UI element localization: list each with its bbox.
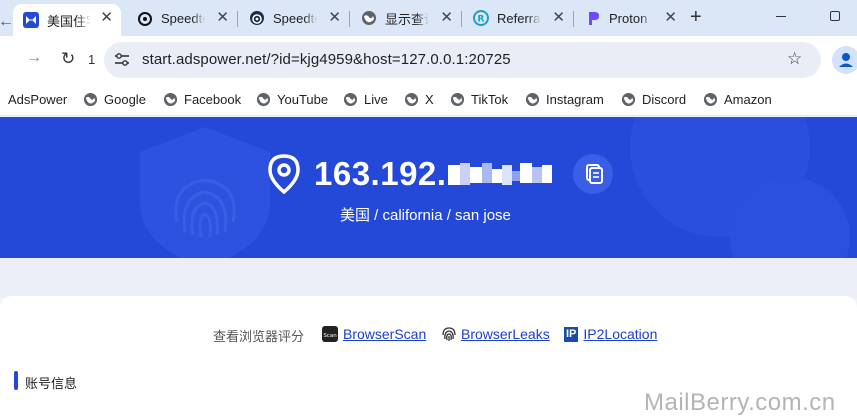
globe-icon	[256, 92, 271, 106]
globe-icon	[163, 92, 178, 106]
bookmark-amazon[interactable]: Amazon	[703, 90, 772, 108]
browserleaks-link[interactable]: BrowserLeaks	[442, 325, 550, 343]
reload-button[interactable]: ↻	[61, 49, 75, 69]
tab-separator	[349, 11, 350, 27]
ip2location-link[interactable]: IP IP2Location	[564, 325, 657, 343]
bookmark-label: Live	[364, 91, 388, 107]
globe-icon	[343, 92, 358, 106]
bookmark-google[interactable]: Google	[83, 90, 146, 108]
globe-icon	[83, 92, 98, 106]
bookmark-discord[interactable]: Discord	[621, 90, 686, 108]
bookmark-facebook[interactable]: Facebook	[163, 90, 241, 108]
close-icon[interactable]: ✕	[664, 10, 677, 25]
back-button[interactable]: ←	[0, 13, 14, 31]
bookmark-label: YouTube	[277, 91, 329, 107]
adspower-favicon-icon	[23, 12, 39, 28]
globe-icon	[361, 10, 377, 26]
new-tab-button[interactable]: +	[690, 6, 702, 29]
tab-title: Speedtest	[273, 10, 317, 26]
referral-favicon-icon: R	[473, 10, 489, 26]
bookmark-label: TikTok	[471, 91, 509, 107]
tab-title: Referral	[497, 10, 541, 26]
globe-icon	[450, 92, 465, 106]
browser-score-label: 查看浏览器评分	[213, 329, 305, 344]
tab-referral[interactable]: R Referral ✕	[467, 4, 573, 32]
tab-separator	[461, 11, 462, 27]
speedtest-favicon-icon	[249, 10, 265, 26]
account-info-heading: 账号信息	[25, 376, 78, 391]
tab-speedtest-2[interactable]: Speedtest ✕	[243, 4, 349, 32]
bookmark-x[interactable]: X	[404, 90, 434, 108]
bookmark-tiktok[interactable]: TikTok	[450, 90, 508, 108]
globe-icon	[525, 92, 540, 106]
profile-avatar[interactable]	[832, 46, 857, 74]
location-pin-icon	[268, 154, 300, 194]
tab-title: Proton	[609, 10, 648, 26]
bookmark-label: Amazon	[724, 91, 772, 107]
background-band	[0, 258, 857, 298]
tab-title: Speedtest	[161, 10, 205, 26]
close-icon[interactable]: ✕	[328, 10, 341, 25]
tab-adspower[interactable]: 美国住宅 ✕	[13, 4, 121, 36]
minimize-button[interactable]	[776, 16, 786, 17]
site-info-icon[interactable]	[113, 52, 131, 68]
copy-icon	[586, 164, 603, 184]
globe-icon	[404, 92, 419, 106]
ip-redacted-mosaic	[448, 157, 554, 191]
proton-favicon-icon	[585, 10, 601, 26]
close-icon[interactable]: ✕	[440, 10, 453, 25]
bookmark-label: X	[425, 91, 434, 107]
bookmark-label: Google	[104, 91, 146, 107]
tab-title: 美国住宅	[47, 13, 91, 29]
bookmark-label: Discord	[642, 91, 687, 107]
tab-speedtest-1[interactable]: Speedtest ✕	[131, 4, 237, 32]
maximize-button[interactable]	[830, 11, 840, 21]
section-accent-bar	[14, 371, 18, 390]
bookmark-label: Instagram	[546, 91, 604, 107]
reload-count: 1	[88, 52, 96, 67]
tab-title: 显示查询	[385, 11, 429, 27]
tab-proton[interactable]: Proton ✕	[579, 4, 685, 32]
watermark-text: MailBerry.com.cn	[644, 389, 836, 416]
close-icon[interactable]: ✕	[216, 10, 229, 25]
bookmark-star-icon[interactable]: ☆	[787, 49, 802, 69]
forward-button[interactable]: →	[26, 49, 42, 67]
ip2location-logo-icon: IP	[564, 326, 579, 342]
ip-address-text: 163.192.	[314, 155, 447, 192]
tab-separator	[573, 11, 574, 27]
link-text: BrowserScan	[343, 326, 427, 342]
fingerprint-icon	[442, 327, 456, 341]
bookmark-instagram[interactable]: Instagram	[525, 90, 604, 108]
bookmark-label: AdsPower	[8, 91, 68, 107]
tab-separator	[237, 11, 238, 27]
globe-icon	[703, 92, 718, 106]
url-text[interactable]: start.adspower.net/?id=kjg4959&host=127.…	[142, 51, 511, 68]
svg-text:Scan: Scan	[323, 333, 337, 339]
bookmark-label: Facebook	[184, 91, 242, 107]
browserscan-link[interactable]: Scan BrowserScan	[322, 325, 426, 343]
speedtest-favicon-icon	[137, 10, 153, 26]
globe-icon	[621, 92, 636, 106]
close-icon[interactable]: ✕	[100, 10, 113, 25]
svg-text:R: R	[478, 15, 485, 25]
copy-ip-button[interactable]	[573, 154, 613, 194]
browserscan-logo-icon: Scan	[322, 326, 338, 342]
ip-address-row: 163.192.	[266, 153, 554, 195]
link-text: IP2Location	[583, 326, 658, 342]
tab-display-query[interactable]: 显示查询 ✕	[355, 4, 461, 32]
link-text: BrowserLeaks	[461, 326, 550, 342]
bookmark-live[interactable]: Live	[343, 90, 388, 108]
close-icon[interactable]: ✕	[552, 10, 565, 25]
bookmark-adspower[interactable]: AdsPower	[8, 90, 67, 108]
location-text: 美国 / california / san jose	[340, 207, 511, 224]
bookmark-youtube[interactable]: YouTube	[256, 90, 328, 108]
